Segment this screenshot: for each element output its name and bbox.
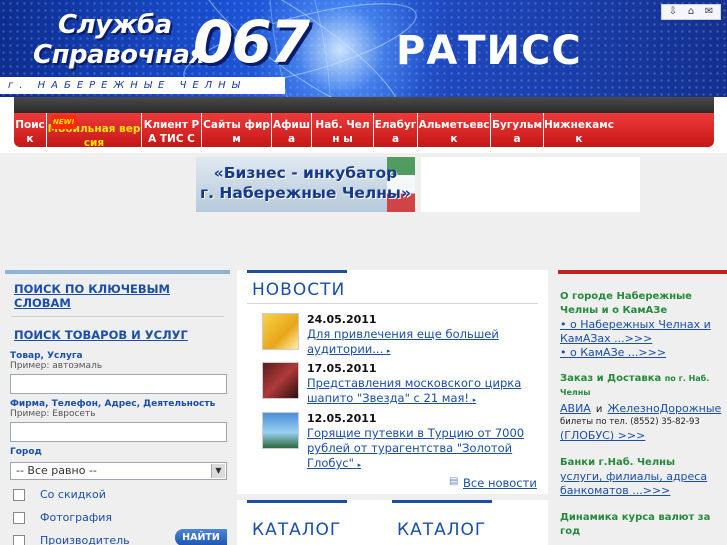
news-title-link[interactable]: Для привлечения еще большей аудитории...…	[307, 327, 532, 359]
about-chelny-link[interactable]: • о Набережных Челнах и КамАЗах ...>>>	[560, 318, 727, 346]
nav-top-strip	[14, 97, 714, 113]
city-label: Город	[10, 447, 42, 457]
globus-link[interactable]: (ГЛОБУС) >>>	[560, 429, 727, 443]
producer-label: Производитель	[40, 534, 130, 545]
news-thumbnail[interactable]	[262, 362, 299, 399]
firm-label: Фирма, Телефон, Адрес, Деятельность	[10, 399, 216, 409]
photo-checkbox[interactable]	[13, 511, 25, 524]
catalog-heading-2: КАТАЛОГ	[397, 520, 487, 540]
nav-item-mobile[interactable]: NEW! Мобильная версия	[47, 113, 142, 147]
page: Служба Справочная 067 г. НАБЕРЕЖНЫЕ ЧЕЛН…	[0, 0, 727, 545]
discount-checkbox[interactable]	[13, 488, 25, 501]
news-thumbnail[interactable]	[262, 412, 299, 449]
firm-hint: Пример: Евросеть	[10, 409, 96, 419]
info-sidebar: О городе Набережные Челны и о КамАЗе • о…	[558, 270, 727, 545]
nav-item-client[interactable]: Клиент РА ТИС С	[142, 113, 202, 147]
goods-input[interactable]	[10, 374, 227, 394]
news-heading: НОВОСТИ	[252, 280, 346, 300]
nav-item-nizhnekamsk[interactable]: Нижнекамс к	[544, 113, 614, 147]
order-and-text: и	[595, 404, 603, 415]
catalog-heading: КАТАЛОГ	[252, 520, 342, 540]
about-kamaz-link[interactable]: • о КамАЗе ...>>>	[560, 346, 727, 360]
banner-title-line1: Служба	[58, 10, 172, 40]
nav-item-bugulma[interactable]: Бугульм а	[491, 113, 544, 147]
chevron-down-icon[interactable]: ▼	[211, 464, 225, 478]
about-block: О городе Набережные Челны и о КамАЗе • о…	[558, 290, 727, 360]
arrow-right-icon: ▸	[386, 347, 391, 355]
catalog-top-bar-2	[392, 500, 492, 503]
producer-checkbox[interactable]	[13, 534, 25, 545]
discount-checkbox-row[interactable]: Со скидкой	[13, 483, 230, 506]
main-nav-wrapper: Поиск NEW! Мобильная версия Клиент РА ТИ…	[0, 97, 727, 153]
railway-link[interactable]: ЖелезноДорожные	[608, 402, 722, 415]
header-banner[interactable]: Служба Справочная 067 г. НАБЕРЕЖНЫЕ ЧЕЛН…	[0, 0, 727, 97]
news-date: 12.05.2011	[307, 412, 377, 425]
nav-item-afisha[interactable]: Афиш а	[272, 113, 312, 147]
brand-logo: РАТИСС	[396, 28, 582, 74]
news-date: 24.05.2011	[307, 313, 377, 326]
sidebar-top-bar	[558, 270, 727, 274]
ad-line1: «Бизнес - инкубатор	[213, 164, 398, 182]
home-icon[interactable]: ⌂	[683, 5, 699, 19]
discount-label: Со скидкой	[40, 488, 106, 501]
news-title-link[interactable]: Представления московского цирка шапито "…	[307, 376, 532, 408]
order-heading: Заказ и Доставка по г. Наб. Челны	[560, 373, 710, 397]
download-icon[interactable]: ⇩	[665, 5, 681, 19]
keyword-search-link[interactable]: ПОИСК ПО КЛЮЧЕВЫМ СЛОВАМ	[14, 282, 230, 310]
news-date: 17.05.2011	[307, 362, 377, 375]
news-top-bar	[247, 270, 347, 273]
about-heading: О городе Набережные Челны и о КамАЗе	[560, 291, 692, 316]
nav-item-search[interactable]: Поиск	[14, 113, 47, 147]
nav-item-elabuga[interactable]: Елабуг а	[374, 113, 418, 147]
top-toolbar: ⇩ ⌂ ✉	[661, 4, 721, 20]
main-nav: Поиск NEW! Мобильная версия Клиент РА ТИ…	[14, 113, 714, 147]
news-panel: НОВОСТИ 24.05.2011 Для привлечения еще б…	[237, 270, 548, 494]
ad-placeholder	[421, 157, 640, 212]
banks-block: Банки г.Наб. Челны услуги, филиалы, адре…	[558, 456, 727, 498]
search-panel: ПОИСК ПО КЛЮЧЕВЫМ СЛОВАМ ПОИСК ТОВАРОВ И…	[5, 270, 230, 545]
news-title-link[interactable]: Горящие путевки в Турцию от 7000 рублей …	[307, 426, 532, 473]
goods-hint: Пример: автоэмаль	[10, 361, 103, 371]
ad-line2: г. Набережные Челны»	[200, 184, 411, 202]
business-incubator-banner[interactable]: «Бизнес - инкубатор г. Набережные Челны»	[196, 157, 415, 212]
avia-link[interactable]: АВИА	[560, 402, 591, 415]
goods-search-link[interactable]: ПОИСК ТОВАРОВ И УСЛУГ	[14, 328, 230, 342]
arrow-right-icon: ▸	[357, 461, 362, 469]
catalog-top-bar	[247, 500, 347, 503]
nav-item-chelny[interactable]: Наб. Челн ы	[312, 113, 374, 147]
photo-label: Фотография	[40, 511, 113, 524]
order-block: Заказ и Доставка по г. Наб. Челны АВИА и…	[558, 372, 727, 443]
all-news-link[interactable]: Все новости	[463, 476, 537, 490]
firm-input[interactable]	[10, 422, 227, 442]
new-badge: NEW!	[51, 115, 77, 129]
order-phone-text: билеты по тел. (8552) 35-82-93	[560, 417, 700, 427]
catalog-panel: КАТАЛОГ КАТАЛОГ	[237, 500, 548, 545]
print-icon[interactable]: ✉	[701, 5, 717, 19]
rates-block: Динамика курса валют за год	[558, 511, 727, 539]
banner-phone-number: 067	[193, 8, 310, 76]
city-select-value: -- Все равно --	[16, 464, 97, 477]
photo-checkbox-row[interactable]: Фотография	[13, 506, 230, 529]
banks-link[interactable]: услуги, филиалы, адреса банкоматов ...>>…	[560, 470, 727, 498]
city-select[interactable]: -- Все равно -- ▼	[10, 462, 227, 480]
nav-item-almetyevsk[interactable]: Альметьевс к	[418, 113, 491, 147]
goods-label: Товар, Услуга	[10, 351, 83, 361]
nav-item-sites[interactable]: Сайты фир м	[202, 113, 272, 147]
divider	[247, 303, 538, 304]
news-thumbnail[interactable]	[262, 313, 299, 350]
rates-heading: Динамика курса валют за год	[560, 512, 711, 537]
news-icon: ▤	[449, 476, 459, 487]
banks-heading: Банки г.Наб. Челны	[560, 457, 676, 468]
find-button[interactable]: НАЙТИ	[175, 529, 227, 545]
center-column: НОВОСТИ 24.05.2011 Для привлечения еще б…	[237, 270, 548, 545]
banner-title-line2: Справочная	[33, 40, 206, 70]
arrow-right-icon: ▸	[472, 396, 477, 404]
banner-city: г. НАБЕРЕЖНЫЕ ЧЕЛНЫ	[0, 77, 285, 94]
